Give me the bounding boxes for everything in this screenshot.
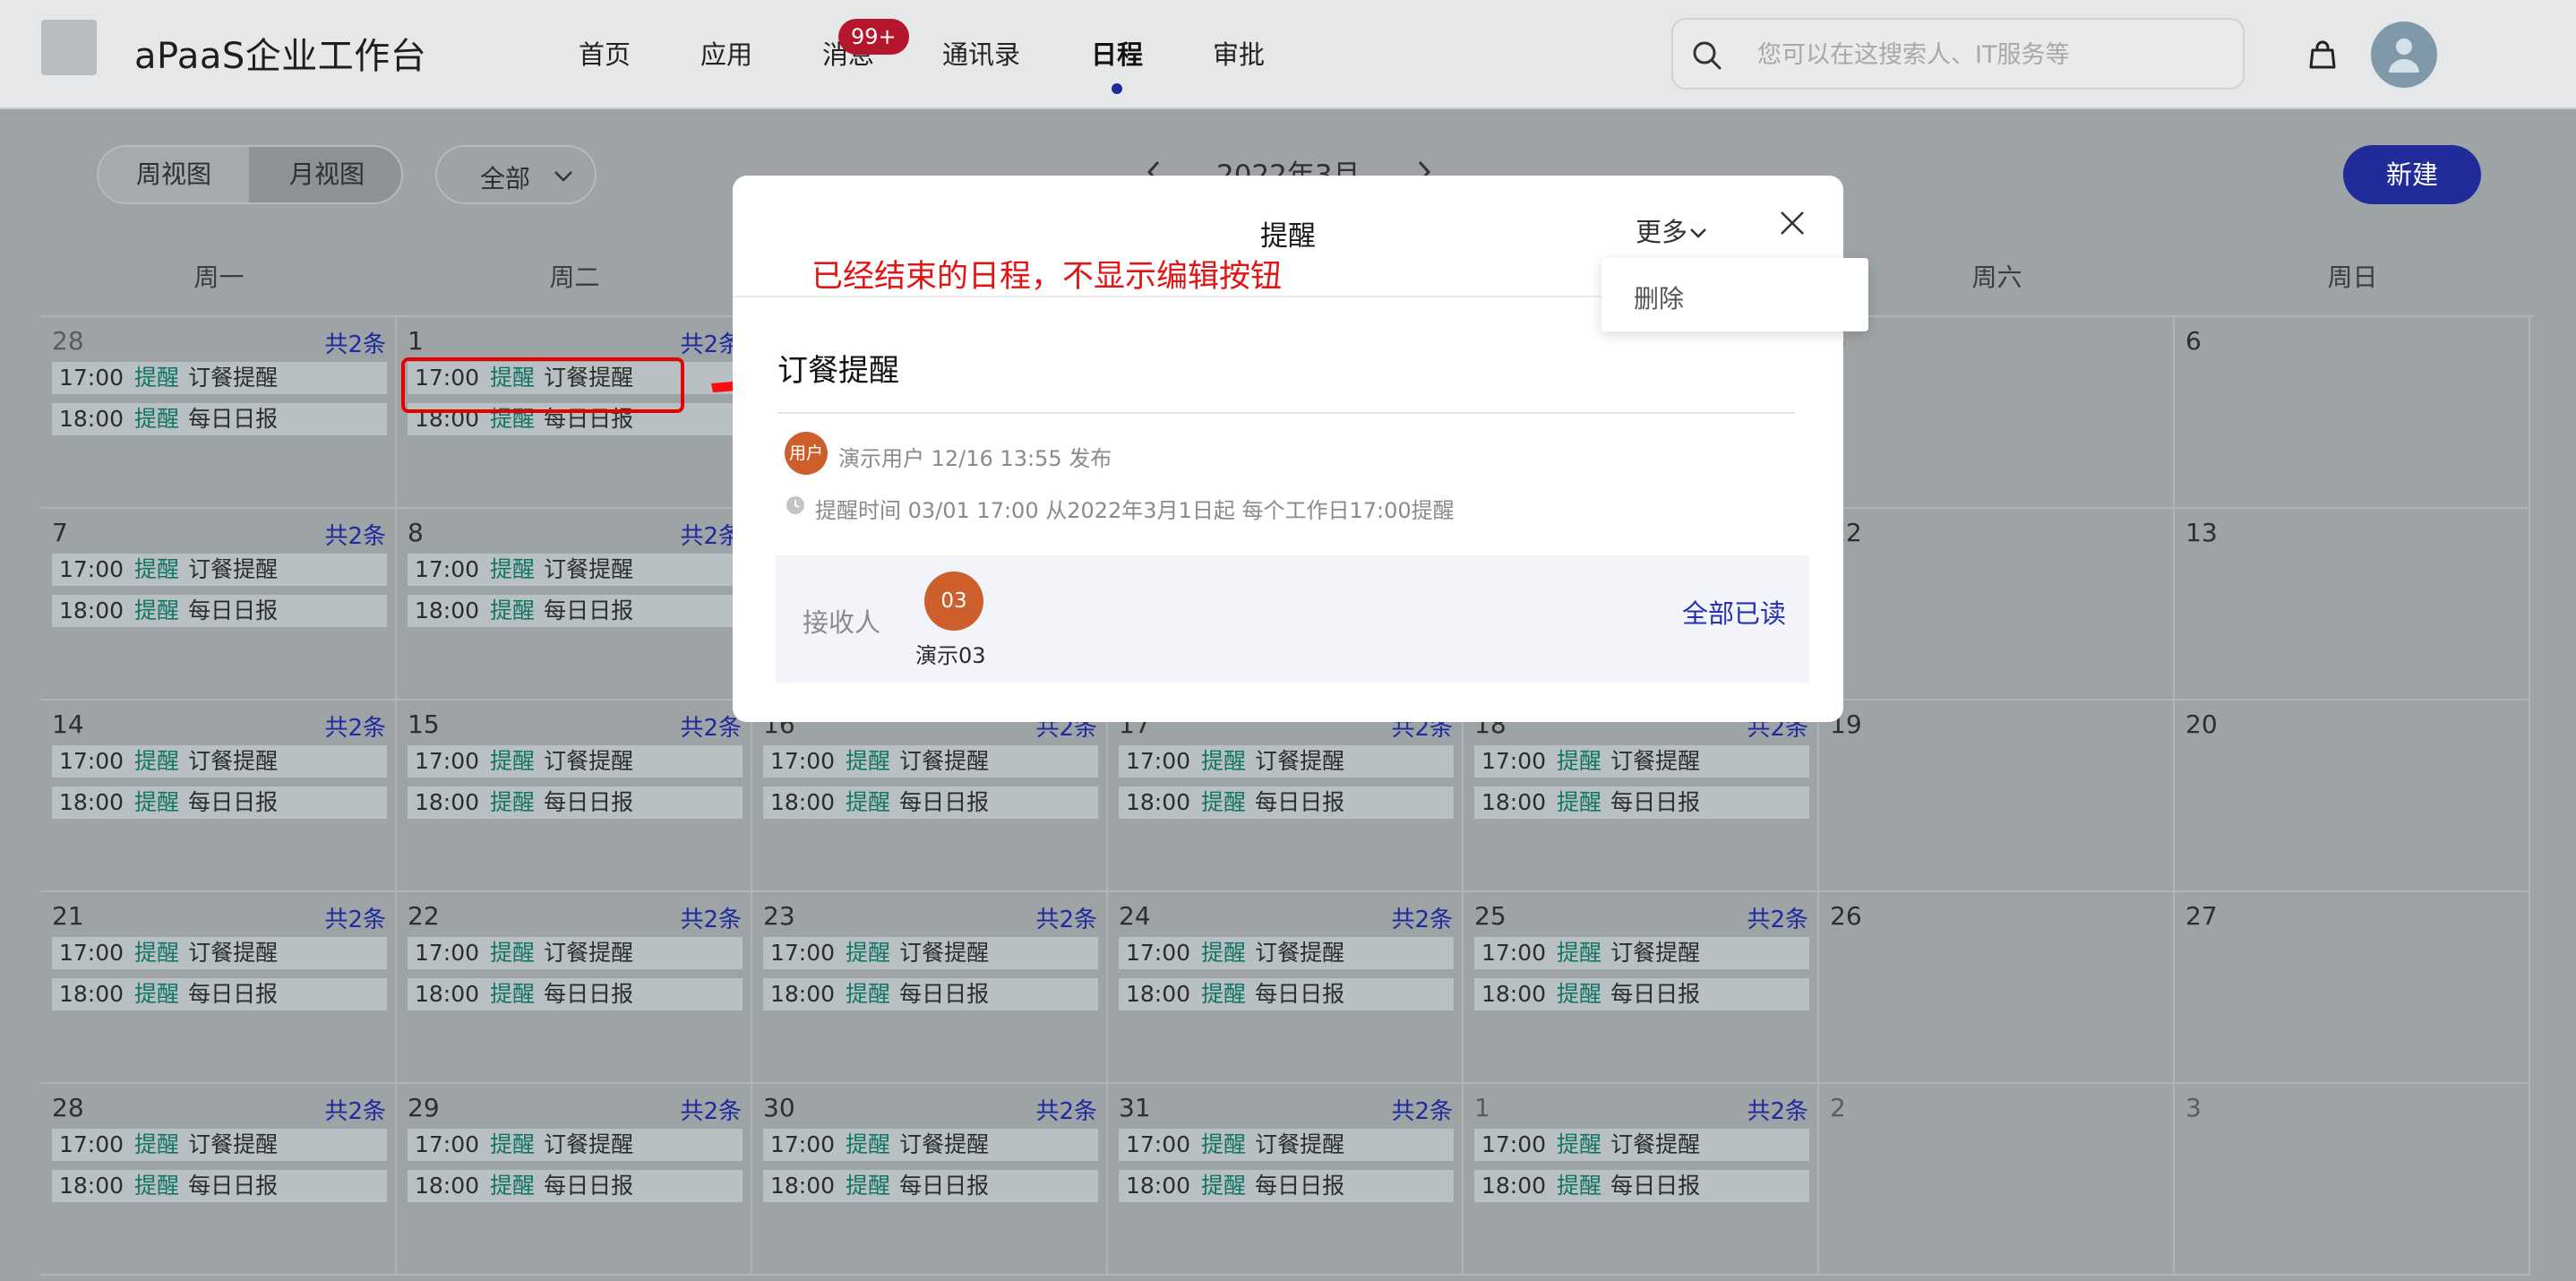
- all-read-link[interactable]: 全部已读: [1682, 593, 1786, 631]
- event-divider: [777, 412, 1795, 414]
- receiver-name: 演示03: [915, 643, 986, 668]
- receiver-label: 接收人: [803, 607, 881, 638]
- receiver-avatar[interactable]: 03: [924, 572, 983, 631]
- close-icon[interactable]: [1779, 210, 1806, 236]
- more-dropdown: 删除: [1601, 258, 1868, 331]
- clock-icon: [786, 496, 804, 514]
- remind-info: 提醒时间 03/01 17:00 从2022年3月1日起 每个工作日17:00提…: [815, 498, 1455, 523]
- delete-menu-item[interactable]: 删除: [1634, 279, 1684, 315]
- event-title: 订餐提醒: [777, 353, 899, 389]
- more-button[interactable]: 更多: [1636, 211, 1707, 249]
- more-label: 更多: [1636, 217, 1688, 247]
- receiver-panel: 接收人 03 演示03 全部已读: [776, 555, 1809, 683]
- publisher-avatar: 用户: [785, 432, 828, 475]
- chevron-down-icon: [1690, 228, 1706, 238]
- annotation-text: 已经结束的日程，不显示编辑按钮: [811, 259, 1283, 295]
- publish-info: 演示用户 12/16 13:55 发布: [838, 446, 1112, 471]
